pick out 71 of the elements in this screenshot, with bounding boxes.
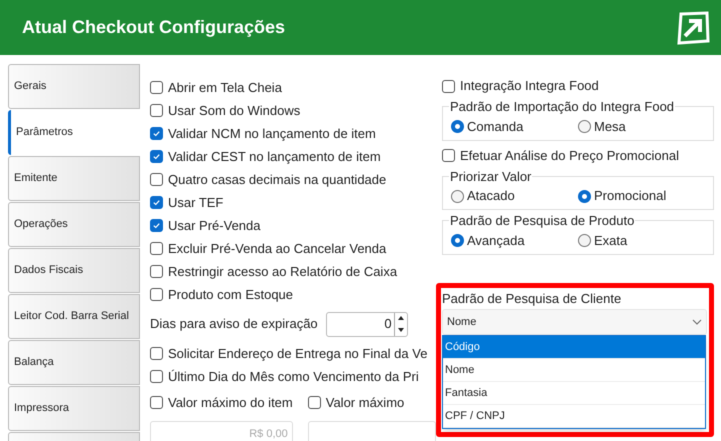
checkbox[interactable] — [150, 242, 163, 255]
option-label: Atacado — [467, 187, 515, 206]
checkbox[interactable] — [150, 104, 163, 117]
option-label: Valor máximo — [326, 394, 404, 412]
checkbox[interactable] — [150, 370, 163, 383]
checkbox[interactable] — [442, 149, 455, 162]
option-label: Comanda — [467, 118, 524, 136]
dropdown-item[interactable]: Código — [443, 336, 705, 359]
option-label: Valor máximo do item — [168, 394, 293, 412]
sidebar-tab[interactable]: Gerais — [8, 64, 140, 109]
option-label: Abrir em Tela Cheia — [168, 78, 282, 97]
dropdown-item[interactable]: Fantasia — [443, 382, 705, 405]
radio-button[interactable] — [451, 120, 464, 133]
option-label: Produto com Estoque — [168, 286, 294, 304]
number-spinner[interactable]: 0 — [326, 312, 408, 336]
option-label: Usar Pré-Venda — [168, 216, 260, 235]
checkbox[interactable] — [150, 196, 163, 209]
dropdown-item[interactable]: Nome — [443, 359, 705, 382]
sidebar-tab[interactable]: Emitente — [8, 156, 140, 201]
option-label: Integração Integra Food — [460, 77, 599, 96]
option-label: Mesa — [594, 118, 626, 136]
option-label: Efetuar Análise do Preço Promocional — [460, 146, 679, 165]
value-field[interactable] — [308, 420, 436, 441]
radio-button[interactable] — [578, 234, 591, 247]
check-icon — [152, 152, 161, 161]
radio-button[interactable] — [451, 234, 464, 247]
option-label: Solicitar Endereço de Entrega no Final da Ve — [168, 344, 428, 363]
checkbox[interactable] — [150, 288, 163, 301]
checkbox[interactable] — [308, 396, 321, 410]
option-label: Último Dia do Mês como Vencimento da Pri — [168, 368, 419, 386]
dropdown-item[interactable]: CPF / CNPJ — [443, 405, 705, 428]
radio-button[interactable] — [578, 190, 591, 202]
sidebar-tab[interactable]: Operações — [8, 202, 140, 247]
checkbox[interactable] — [150, 150, 163, 163]
option-label: Validar CEST no lançamento de item — [168, 148, 381, 166]
chevron-down-icon — [692, 319, 702, 325]
sidebar-tab[interactable]: Impressora — [8, 386, 140, 431]
radio-button[interactable] — [451, 190, 464, 202]
group-title: Priorizar Valor — [449, 168, 532, 186]
option-label: Restringir acesso ao Relatório de Caixa — [168, 262, 398, 281]
option-label: Usar TEF — [168, 194, 224, 212]
sidebar-tab[interactable]: Balança — [8, 340, 140, 385]
radio-button[interactable] — [578, 120, 591, 133]
group-title: Padrão de Pesquisa de Produto — [449, 212, 636, 230]
check-icon — [152, 221, 161, 230]
window-title: Atual Checkout Configurações — [22, 16, 286, 39]
arrow-logo-icon — [675, 10, 711, 46]
option-label: Usar Som do Windows — [168, 102, 300, 120]
checkbox[interactable] — [150, 396, 163, 410]
sidebar-tab[interactable]: Dados Fiscais — [8, 248, 140, 293]
check-icon — [152, 129, 161, 138]
option-label: Avançada — [467, 232, 525, 250]
checkbox[interactable] — [150, 265, 163, 278]
checkbox[interactable] — [150, 127, 163, 140]
option-label: Excluir Pré-Venda ao Cancelar Venda — [168, 240, 386, 258]
checkbox[interactable] — [150, 81, 163, 94]
checkbox[interactable] — [150, 173, 163, 186]
select-field[interactable]: Nome — [442, 309, 707, 335]
check-icon — [152, 198, 161, 207]
option-label: Quatro casas decimais na quantidade — [168, 170, 386, 189]
group-title: Padrão de Importação do Integra Food — [449, 98, 676, 116]
field-label: Dias para aviso de expiração — [150, 315, 318, 334]
value-field[interactable]: R$ 0,00 — [150, 420, 293, 441]
option-label: Exata — [594, 232, 628, 250]
field-label: Padrão de Pesquisa de Cliente — [442, 290, 622, 308]
checkbox[interactable] — [442, 80, 455, 92]
option-label: Promocional — [594, 187, 666, 206]
checkbox[interactable] — [150, 347, 163, 360]
option-label: Validar NCM no lançamento de item — [168, 124, 376, 143]
checkbox[interactable] — [150, 219, 163, 232]
sidebar-tab[interactable]: Leitor Cod. Barra Serial — [8, 294, 140, 339]
